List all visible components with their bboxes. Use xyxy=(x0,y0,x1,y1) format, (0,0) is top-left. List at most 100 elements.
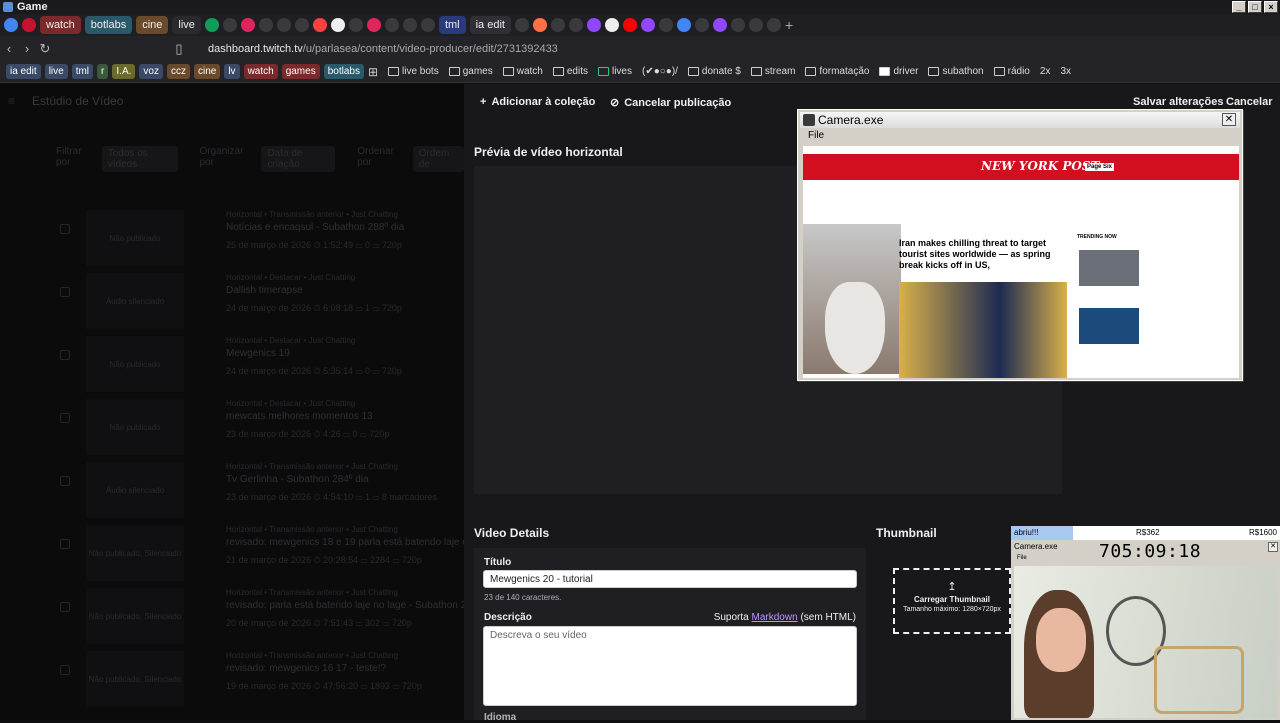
bookmark-lv[interactable]: lv xyxy=(224,64,240,79)
back-icon[interactable]: ‹ xyxy=(0,41,18,56)
grid-icon[interactable]: ⊞ xyxy=(368,65,378,79)
video-row[interactable]: Não publicado, Silenciado Horizontal • Tr… xyxy=(60,588,464,648)
tab-icon[interactable] xyxy=(748,18,763,32)
youtube-icon[interactable] xyxy=(622,18,637,32)
tab-icon[interactable] xyxy=(294,18,309,32)
video-title[interactable]: Dallish timerapse xyxy=(226,285,303,296)
bookmark-folder-formatacao[interactable]: formatação xyxy=(805,66,869,77)
bookmark-folder-watch[interactable]: watch xyxy=(502,66,543,77)
video-title[interactable]: Tv Gerlinha - Subathon 284º dia xyxy=(226,474,369,485)
bookmark-folder-live-bots[interactable]: live bots xyxy=(388,66,439,77)
bookmark-watch[interactable]: watch xyxy=(243,64,278,79)
tab-icon[interactable] xyxy=(730,18,745,32)
bookmark-ccz[interactable]: ccz xyxy=(166,64,190,79)
video-row[interactable]: Não publicado Horizontal • Destacar • Jus… xyxy=(60,399,460,459)
bookmark-botlabs[interactable]: botlabs xyxy=(323,64,364,79)
cancel-button[interactable]: Cancelar xyxy=(1226,96,1272,108)
video-thumbnail[interactable]: Não publicado, Silenciado xyxy=(86,588,184,644)
close-button[interactable]: × xyxy=(1264,1,1278,13)
tab-live[interactable]: live xyxy=(172,16,201,34)
tab-icon[interactable] xyxy=(276,18,291,32)
tab-icon[interactable] xyxy=(222,18,237,32)
title-input[interactable]: Mewgenics 20 - tutorial xyxy=(483,570,857,588)
camera-window[interactable]: Camera.exe ✕ File NEW YORK POST Page Six… xyxy=(797,109,1243,381)
tab-icon[interactable] xyxy=(348,18,363,32)
bookmark-ia[interactable]: I.A. xyxy=(112,64,136,79)
tab-ia-edit[interactable]: ia edit xyxy=(469,16,511,34)
video-title[interactable]: mewcats melhores momentos 13 xyxy=(226,411,373,422)
tab-cine[interactable]: cine xyxy=(136,16,169,34)
tab-icon[interactable] xyxy=(658,18,673,32)
tab-tml[interactable]: tml xyxy=(438,16,466,34)
video-title[interactable]: revisado: mewgenics 16 17 - teste!? xyxy=(226,663,386,674)
chrome-icon[interactable] xyxy=(676,18,691,32)
row-checkbox[interactable] xyxy=(60,224,70,234)
video-row[interactable]: Não publicado Horizontal • Destacar • Jus… xyxy=(60,336,460,396)
bookmark-3x[interactable]: 3x xyxy=(1060,66,1071,77)
row-checkbox[interactable] xyxy=(60,665,70,675)
markdown-link[interactable]: Markdown xyxy=(752,612,798,623)
bookmark-games[interactable]: games xyxy=(281,64,320,79)
tab-icon[interactable] xyxy=(366,18,381,32)
video-title[interactable]: Mewgenics 19 xyxy=(226,348,290,359)
video-thumbnail[interactable]: Não publicado, Silenciado xyxy=(86,651,184,707)
google-icon[interactable] xyxy=(204,18,219,32)
bookmark-voz[interactable]: voz xyxy=(139,64,163,79)
menu-icon[interactable]: ≡ xyxy=(8,94,20,108)
video-thumbnail[interactable]: Não publicado xyxy=(86,210,184,266)
add-to-collection-button[interactable]: + Adicionar à coleção xyxy=(480,96,595,108)
chrome-icon[interactable] xyxy=(4,18,18,32)
cancel-publish-button[interactable]: ⊘ Cancelar publicação xyxy=(610,96,731,110)
video-title[interactable]: Notícias e encaqsul - Subathon 288º dia xyxy=(226,222,404,233)
bookmark-folder-games[interactable]: games xyxy=(448,66,493,77)
forward-icon[interactable]: › xyxy=(18,41,36,56)
bookmark-live[interactable]: live xyxy=(44,64,68,79)
bookmark-cine[interactable]: cine xyxy=(193,64,221,79)
video-thumbnail[interactable]: Não publicado xyxy=(86,399,184,455)
order-select[interactable]: Ordem de xyxy=(412,146,464,172)
video-title[interactable]: revisado: mewgenics 18 e 19 parla está b… xyxy=(226,537,464,548)
webcam-close-button[interactable]: ✕ xyxy=(1268,542,1278,552)
video-thumbnail[interactable]: Áudio silenciado xyxy=(86,462,184,518)
tab-icon[interactable] xyxy=(258,18,273,32)
video-title[interactable]: revisado: parla está batendo laje no lag… xyxy=(226,600,464,611)
bookmark-folder-donate[interactable]: donate $ xyxy=(687,66,741,77)
bookmark-folder-stream[interactable]: stream xyxy=(750,66,795,77)
row-checkbox[interactable] xyxy=(60,413,70,423)
tab-icon[interactable] xyxy=(330,18,345,32)
tab-icon[interactable] xyxy=(402,18,417,32)
bookmark-lives[interactable]: lives xyxy=(597,66,632,77)
camera-close-button[interactable]: ✕ xyxy=(1222,113,1236,126)
webcam-file-menu[interactable]: File xyxy=(1017,555,1027,561)
tab-icon[interactable] xyxy=(694,18,709,32)
row-checkbox[interactable] xyxy=(60,287,70,297)
reload-icon[interactable]: ↻ xyxy=(36,41,54,57)
thumbnail-upload-zone[interactable]: ↥ Carregar Thumbnail Tamanho máximo: 128… xyxy=(893,568,1011,634)
tab-icon[interactable] xyxy=(384,18,399,32)
camera-window-titlebar[interactable]: Camera.exe xyxy=(800,112,1240,128)
description-textarea[interactable]: Descreva o seu vídeo xyxy=(483,626,857,706)
bookmark-emoticon[interactable]: (✔●○●)/ xyxy=(642,66,678,77)
row-checkbox[interactable] xyxy=(60,476,70,486)
video-row[interactable]: Não publicado, Silenciado Horizontal • Tr… xyxy=(60,525,464,585)
bookmark-tml[interactable]: tml xyxy=(71,64,94,79)
twitch-icon[interactable] xyxy=(586,18,601,32)
filter-select[interactable]: Todos os vídeos xyxy=(101,146,178,172)
minimize-button[interactable]: _ xyxy=(1232,1,1246,13)
row-checkbox[interactable] xyxy=(60,539,70,549)
twitch-icon[interactable] xyxy=(640,18,655,32)
video-thumbnail[interactable]: Não publicado, Silenciado xyxy=(86,525,184,581)
tab-icon[interactable] xyxy=(532,18,547,32)
tab-icon[interactable] xyxy=(550,18,565,32)
tab-icon[interactable] xyxy=(766,18,781,32)
url-field[interactable]: dashboard.twitch.tv/u/parlasea/content/v… xyxy=(208,43,558,55)
file-menu[interactable]: File xyxy=(808,130,824,141)
organize-select[interactable]: Data de criação xyxy=(261,146,336,172)
tab-watch[interactable]: watch xyxy=(40,16,81,34)
maximize-button[interactable]: □ xyxy=(1248,1,1262,13)
new-tab-icon[interactable]: + xyxy=(785,17,793,33)
twitch-icon[interactable] xyxy=(712,18,727,32)
row-checkbox[interactable] xyxy=(60,350,70,360)
row-checkbox[interactable] xyxy=(60,602,70,612)
tab-icon[interactable] xyxy=(420,18,435,32)
